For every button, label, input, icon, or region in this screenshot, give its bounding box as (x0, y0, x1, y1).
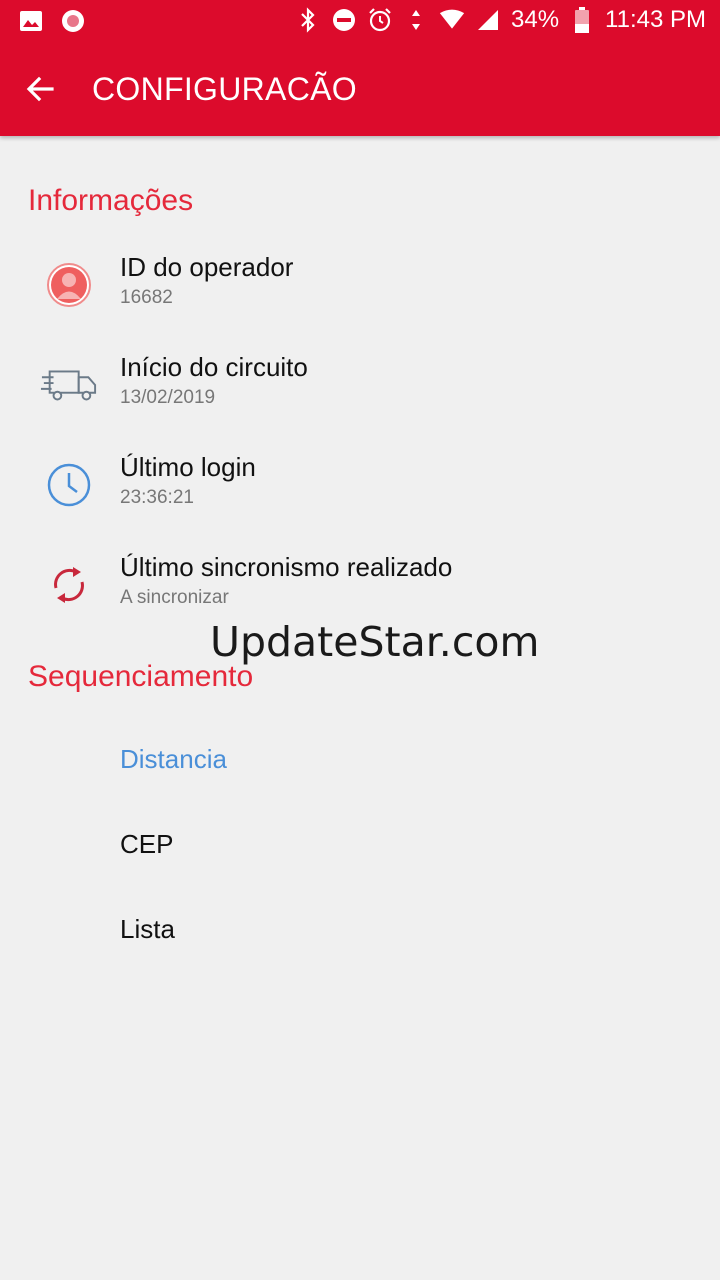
battery-percent: 34% (511, 6, 560, 33)
page-title: CONFIGURACÃO (92, 70, 357, 107)
battery-icon (569, 7, 595, 33)
do-not-disturb-icon (331, 7, 357, 33)
clock-time: 11:43 PM (605, 6, 706, 33)
cellular-signal-icon (475, 7, 501, 33)
alarm-icon (367, 7, 393, 33)
info-value: 23:36:21 (120, 487, 194, 508)
sync-icon (40, 556, 98, 614)
section-title-sequenciamento: Sequenciamento (28, 660, 254, 693)
data-transfer-icon (403, 7, 429, 33)
info-label: ID do operador (120, 252, 294, 282)
clock-icon (40, 456, 98, 514)
wifi-icon (439, 7, 465, 33)
app-bar: CONFIGURACÃO (0, 42, 720, 136)
info-item-circuit-start: Início do circuito 13/02/2019 (0, 340, 720, 430)
arrow-back-icon (26, 76, 54, 102)
back-button[interactable] (12, 61, 68, 117)
bluetooth-icon (295, 7, 321, 33)
app-header: 34% 11:43 PM CONFIGURACÃO (0, 0, 720, 136)
section-title-informacoes: Informações (28, 184, 194, 217)
info-label: Último sincronismo realizado (120, 552, 453, 582)
record-notification-icon (60, 8, 86, 34)
status-bar: 34% 11:43 PM (0, 0, 720, 42)
info-label: Início do circuito (120, 352, 308, 382)
sequence-option-lista[interactable]: Lista (120, 914, 175, 945)
sequence-option-cep[interactable]: CEP (120, 829, 173, 860)
info-item-operator-id: ID do operador 16682 (0, 240, 720, 330)
info-item-last-login: Último login 23:36:21 (0, 440, 720, 530)
info-label: Último login (120, 452, 256, 482)
info-item-last-sync: Último sincronismo realizado A sincroniz… (0, 540, 720, 630)
delivery-truck-icon (40, 356, 98, 414)
info-value: A sincronizar (120, 587, 229, 608)
info-value: 16682 (120, 287, 173, 308)
info-value: 13/02/2019 (120, 387, 216, 408)
sequence-option-distancia[interactable]: Distancia (120, 744, 227, 775)
watermark-text: UpdateStar.com (210, 618, 540, 666)
person-icon (40, 256, 98, 314)
image-notification-icon (18, 8, 44, 34)
